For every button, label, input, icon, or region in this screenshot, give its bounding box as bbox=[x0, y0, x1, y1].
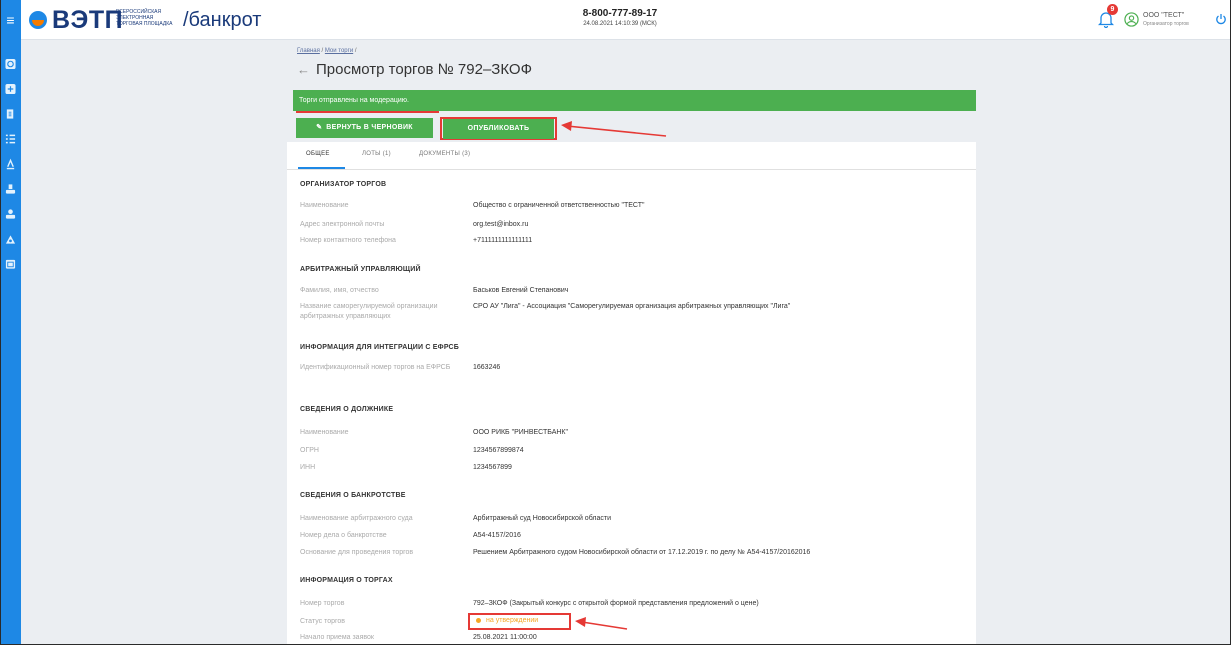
breadcrumb-separator: / bbox=[321, 48, 324, 54]
stamp-icon[interactable] bbox=[5, 208, 16, 220]
field-label: Номер дела о банкротстве bbox=[300, 532, 387, 539]
return-to-draft-button[interactable]: ✎ ВЕРНУТЬ В ЧЕРНОВИК bbox=[296, 118, 433, 138]
power-icon[interactable] bbox=[1215, 13, 1227, 25]
tab-general[interactable]: ОБЩЕЕ bbox=[306, 151, 330, 157]
field-value: А54-4157/2016 bbox=[473, 532, 521, 539]
field-value: 792–ЗКОФ (Закрытый конкурс с открытой фо… bbox=[473, 600, 759, 607]
list-icon[interactable] bbox=[5, 133, 16, 145]
logo-icon bbox=[29, 11, 47, 29]
field-label: Наименование bbox=[300, 429, 349, 436]
pencil-icon: ✎ bbox=[316, 124, 323, 131]
logo-subtitle: ВСЕРОССИЙСКАЯ ЭЛЕКТРОННАЯ ТОРГОВАЯ ПЛОЩА… bbox=[116, 9, 176, 27]
field-label: Номер торгов bbox=[300, 600, 345, 607]
field-value: 1663246 bbox=[473, 364, 501, 371]
section-title-debtor: СВЕДЕНИЯ О ДОЛЖНИКЕ bbox=[300, 406, 394, 413]
logo-subtitle-line: ТОРГОВАЯ ПЛОЩАДКА bbox=[116, 21, 173, 27]
field-value: Решением Арбитражного судом Новосибирско… bbox=[473, 549, 811, 556]
auction-icon[interactable] bbox=[5, 158, 16, 170]
field-label: Идентификационный номер торгов на ЕФРСБ bbox=[300, 364, 451, 371]
field-label: ОГРН bbox=[300, 447, 319, 454]
field-value: ООО РИКБ "РИНВЕСТБАНК" bbox=[473, 429, 568, 436]
dashboard-icon[interactable] bbox=[5, 58, 16, 70]
status-text: на утверждении bbox=[486, 617, 539, 624]
field-value: СРО АУ "Лига" - Ассоциация "Саморегулиру… bbox=[473, 303, 791, 310]
field-label: Название саморегулируемой организации ар… bbox=[300, 303, 438, 320]
tab-lots[interactable]: ЛОТЫ (1) bbox=[362, 151, 391, 157]
field-label: Наименование bbox=[300, 202, 349, 209]
settings-icon[interactable] bbox=[5, 233, 16, 245]
page-title: Просмотр торгов № 792–ЗКОФ bbox=[316, 61, 533, 78]
server-datetime: 24.08.2021 14:10:39 (МСК) bbox=[583, 21, 657, 27]
field-label: Адрес электронной почты bbox=[300, 221, 385, 228]
field-value: Баськов Евгений Степанович bbox=[473, 287, 569, 294]
hammer-icon[interactable] bbox=[5, 183, 16, 195]
status-badge: на утверждении bbox=[476, 617, 538, 624]
arrow-to-publish bbox=[561, 121, 667, 137]
field-value: 1234567899874 bbox=[473, 447, 524, 454]
field-value: +7111111111111111 bbox=[473, 237, 533, 244]
section-title-trade-info: ИНФОРМАЦИЯ О ТОРГАХ bbox=[300, 577, 393, 584]
tab-documents[interactable]: ДОКУМЕНТЫ (3) bbox=[419, 151, 470, 157]
alert-highlight-underline bbox=[296, 111, 439, 113]
calendar-icon[interactable] bbox=[5, 258, 16, 270]
status-dot-icon bbox=[476, 617, 481, 623]
section-title-efrsb: ИНФОРМАЦИЯ ДЛЯ ИНТЕГРАЦИИ С ЕФРСБ bbox=[300, 344, 460, 351]
field-value: 1234567899 bbox=[473, 464, 512, 471]
section-title-bankruptcy: СВЕДЕНИЯ О БАНКРОТСТВЕ bbox=[300, 492, 406, 499]
breadcrumb-separator: / bbox=[354, 48, 357, 54]
breadcrumb: Главная / Мои торги / bbox=[297, 48, 357, 54]
top-header: ≡ ВЭТП ВСЕРОССИЙСКАЯ ЭЛЕКТРОННАЯ ТОРГОВА… bbox=[0, 0, 1231, 40]
field-label: Начало приема заявок bbox=[300, 634, 374, 641]
logo-text: ВЭТП bbox=[52, 6, 124, 34]
field-label: Наименование арбитражного суда bbox=[300, 515, 413, 522]
trade-details-card: ОБЩЕЕ ЛОТЫ (1) ДОКУМЕНТЫ (3) ОРГАНИЗАТОР… bbox=[287, 142, 976, 645]
field-label: Основание для проведения торгов bbox=[300, 549, 414, 556]
publish-button[interactable]: ОПУБЛИКОВАТЬ bbox=[443, 119, 554, 139]
org-role: Организатор торгов bbox=[1143, 21, 1189, 27]
field-label: ИНН bbox=[300, 464, 316, 471]
return-to-draft-label: ВЕРНУТЬ В ЧЕРНОВИК bbox=[326, 124, 413, 131]
field-value: 25.08.2021 11:00:00 bbox=[473, 634, 537, 641]
section-title-manager: АРБИТРАЖНЫЙ УПРАВЛЯЮЩИЙ bbox=[300, 266, 421, 273]
org-name[interactable]: ООО "ТЕСТ" bbox=[1143, 12, 1184, 19]
field-label: Фамилия, имя, отчество bbox=[300, 287, 379, 294]
support-phone[interactable]: 8-800-777-89-17 bbox=[560, 8, 680, 19]
document-add-icon[interactable] bbox=[5, 83, 16, 95]
breadcrumb-home[interactable]: Главная bbox=[297, 48, 320, 54]
field-value: Арбитражный суд Новосибирской области bbox=[473, 515, 611, 522]
tabs: ОБЩЕЕ ЛОТЫ (1) ДОКУМЕНТЫ (3) bbox=[287, 142, 976, 170]
sidebar bbox=[0, 40, 21, 645]
field-value: Общество с ограниченной ответственностью… bbox=[473, 202, 645, 209]
field-label: Номер контактного телефона bbox=[300, 237, 396, 244]
section-name: /банкрот bbox=[183, 9, 262, 31]
active-tab-indicator bbox=[298, 167, 345, 169]
field-label: Статус торгов bbox=[300, 618, 345, 625]
section-title-organizer: ОРГАНИЗАТОР ТОРГОВ bbox=[300, 181, 387, 188]
moderation-alert: Торги отправлены на модерацию. bbox=[293, 90, 976, 111]
field-value: org.test@inbox.ru bbox=[473, 221, 529, 228]
page-title-row: ← Просмотр торгов № 792–ЗКОФ bbox=[297, 60, 532, 80]
menu-icon[interactable]: ≡ bbox=[0, 0, 21, 40]
notification-badge: 9 bbox=[1107, 4, 1118, 15]
documents-icon[interactable] bbox=[5, 108, 16, 120]
breadcrumb-my-trades[interactable]: Мои торги bbox=[325, 48, 353, 54]
back-arrow-icon[interactable]: ← bbox=[297, 62, 310, 77]
user-icon[interactable] bbox=[1124, 12, 1139, 27]
